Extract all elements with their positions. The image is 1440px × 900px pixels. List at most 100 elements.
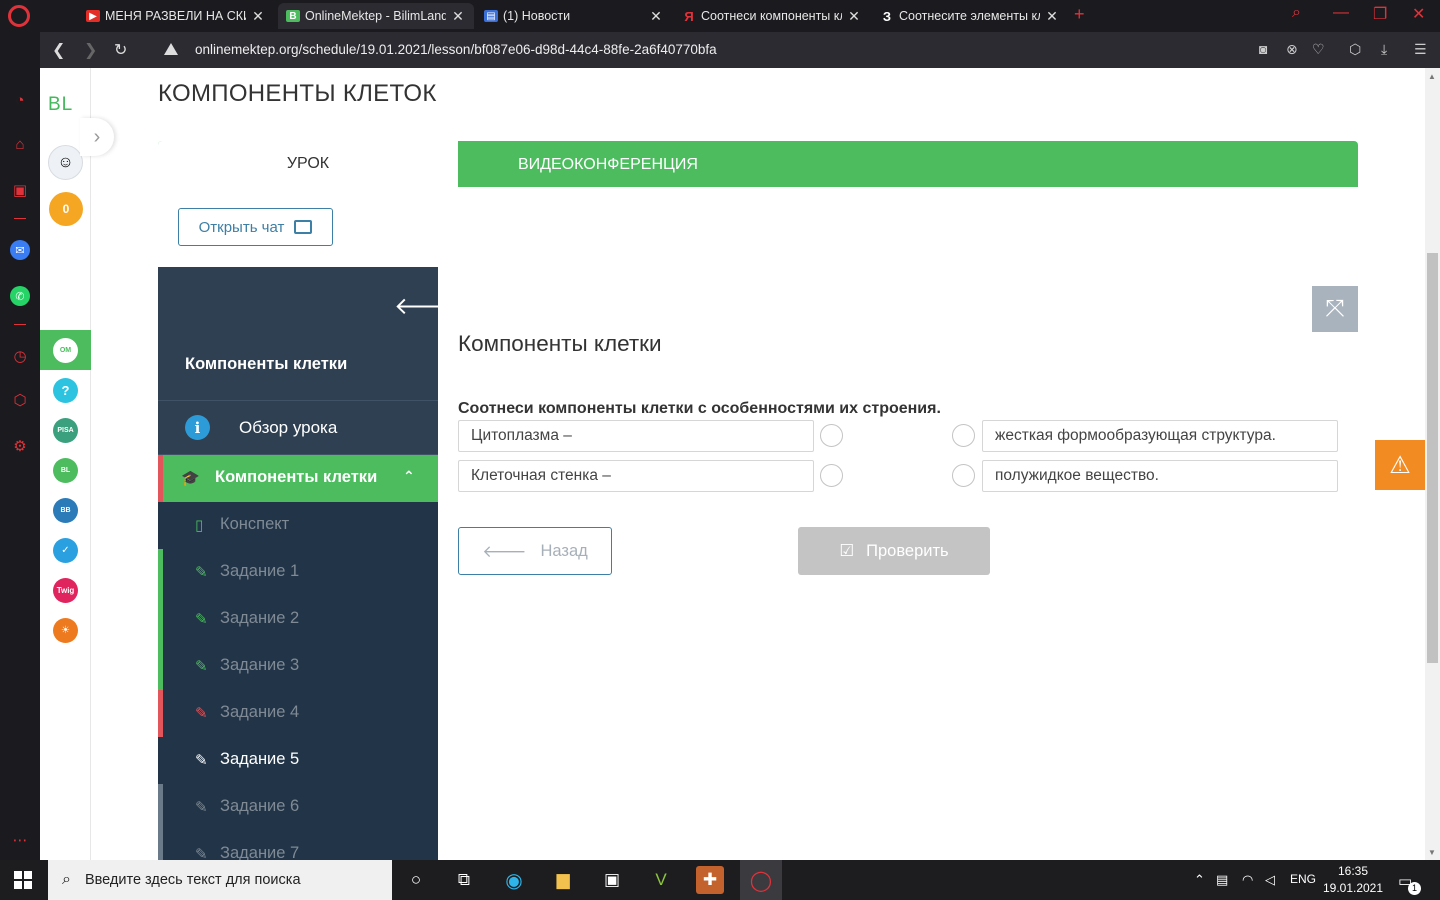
- coin-counter-badge[interactable]: 0: [49, 192, 83, 226]
- back-icon[interactable]: ❮: [52, 40, 65, 60]
- block-icon[interactable]: ⊗: [1286, 41, 1298, 58]
- match-left-connector[interactable]: [820, 464, 843, 487]
- online-mektep-app-icon[interactable]: OM: [53, 338, 78, 363]
- minimize-icon[interactable]: —: [1333, 4, 1349, 22]
- avatar[interactable]: ☺: [48, 145, 83, 180]
- browser-tab-news[interactable]: ▤ (1) Новости ✕: [476, 3, 672, 29]
- imagine-app-icon[interactable]: ☀: [53, 618, 78, 643]
- heart-icon[interactable]: ♡: [1312, 41, 1325, 58]
- test-app-icon[interactable]: ✓: [53, 538, 78, 563]
- new-tab-icon[interactable]: +: [1074, 4, 1085, 25]
- close-window-icon[interactable]: ✕: [1412, 4, 1425, 24]
- tab-lesson[interactable]: УРОК: [158, 141, 458, 187]
- arrow-left-icon[interactable]: 🡐: [394, 291, 458, 321]
- bilimbook-app-icon[interactable]: BB: [53, 498, 78, 523]
- file-explorer-icon[interactable]: ▆: [549, 866, 577, 894]
- store-icon[interactable]: ▣: [598, 866, 626, 894]
- match-right-connector[interactable]: [952, 464, 975, 487]
- speed-dial-icon[interactable]: ◔: [10, 90, 30, 110]
- package-icon[interactable]: ⬡: [1349, 41, 1361, 58]
- twig-app-icon[interactable]: Twig: [53, 578, 78, 603]
- task-view-icon[interactable]: ⧉: [450, 866, 478, 894]
- vegas-icon[interactable]: V: [647, 866, 675, 894]
- messenger-icon[interactable]: ✉: [10, 240, 30, 260]
- security-warning-icon[interactable]: [164, 43, 178, 55]
- search-tabs-icon[interactable]: ⌕: [1292, 4, 1301, 22]
- tab-videoconference[interactable]: ВИДЕОКОНФЕРЕНЦИЯ: [518, 156, 698, 174]
- nav-subitem[interactable]: ✎ Задание 7: [158, 831, 438, 860]
- restore-icon[interactable]: ❐: [1373, 4, 1387, 24]
- clock[interactable]: 16:35 19.01.2021: [1320, 863, 1386, 897]
- check-button[interactable]: ☑ Проверить: [798, 527, 990, 575]
- close-tab-icon[interactable]: ✕: [648, 8, 664, 25]
- rail-expand-button[interactable]: ›: [80, 118, 114, 156]
- opera-menu-icon[interactable]: [8, 5, 30, 27]
- bl-logo[interactable]: BL: [48, 94, 73, 116]
- twitch-icon[interactable]: ▣: [10, 180, 30, 200]
- chevron-up-icon[interactable]: ⌃: [1194, 872, 1205, 888]
- scroll-up-icon[interactable]: ▲: [1428, 72, 1436, 81]
- match-left-item[interactable]: Цитоплазма –: [458, 420, 814, 452]
- back-button[interactable]: 🡐 Назад: [458, 527, 612, 575]
- bag-icon[interactable]: ⌂: [10, 134, 30, 154]
- tf2-icon[interactable]: ✚: [696, 866, 724, 894]
- close-tab-icon[interactable]: ✕: [846, 8, 862, 25]
- match-right-connector[interactable]: [952, 424, 975, 447]
- cube-icon[interactable]: ⬡: [10, 390, 30, 410]
- nav-subitem[interactable]: ✎ Задание 1: [158, 549, 438, 596]
- windows-start-icon[interactable]: [14, 871, 32, 889]
- match-right-item[interactable]: полужидкое вещество.: [982, 460, 1338, 492]
- close-tab-icon[interactable]: ✕: [250, 8, 266, 25]
- nav-subitem[interactable]: ✎ Задание 4: [158, 690, 438, 737]
- open-chat-button[interactable]: Открыть чат: [178, 208, 333, 246]
- download-icon[interactable]: ⤓: [1381, 41, 1387, 58]
- page-scrollbar[interactable]: ▲ ▼: [1425, 68, 1440, 860]
- nav-subitem[interactable]: ▯ Конспект: [158, 502, 438, 549]
- info-icon: i: [185, 415, 210, 440]
- history-icon[interactable]: ◷: [10, 346, 30, 366]
- bilimland-app-icon[interactable]: BL: [53, 458, 78, 483]
- nav-subitem-label: Задание 1: [220, 562, 300, 580]
- taskbar-search-box[interactable]: ⌕ Введите здесь текст для поиска: [48, 860, 392, 900]
- nav-subitem[interactable]: ✎ Задание 5: [158, 737, 438, 784]
- lesson-tabs: УРОК ВИДЕОКОНФЕРЕНЦИЯ: [158, 141, 1358, 187]
- forward-icon[interactable]: ❯: [84, 40, 97, 60]
- nav-item-current-section[interactable]: 🎓 Компоненты клетки ⌃: [158, 455, 438, 502]
- news-icon: ▤: [484, 10, 498, 22]
- pisa-app-icon[interactable]: PISA: [53, 418, 78, 443]
- browser-tab-znanija[interactable]: З Соотнесите элементы кле ✕: [872, 3, 1068, 29]
- chevron-up-icon[interactable]: ⌃: [403, 468, 415, 485]
- match-left-item[interactable]: Клеточная стенка –: [458, 460, 814, 492]
- volume-icon[interactable]: ◁: [1265, 872, 1275, 888]
- browser-tab-youtube[interactable]: ▶ МЕНЯ РАЗВЕЛИ НА СКИНЫ ✕: [78, 3, 274, 29]
- browser-tab-yandex[interactable]: Я Соотнеси компоненты кле ✕: [674, 3, 870, 29]
- wifi-icon[interactable]: ◠: [1242, 872, 1253, 888]
- cortana-icon[interactable]: ○: [402, 866, 430, 894]
- help-app-icon[interactable]: ?: [53, 378, 78, 403]
- match-left-connector[interactable]: [820, 424, 843, 447]
- tray-app-icon[interactable]: ▤: [1216, 872, 1228, 888]
- whatsapp-icon[interactable]: ✆: [10, 286, 30, 306]
- nav-subitem[interactable]: ✎ Задание 3: [158, 643, 438, 690]
- settings-icon[interactable]: ⚙: [10, 436, 30, 456]
- sidebar-divider: [14, 218, 26, 219]
- nav-item-overview[interactable]: i Обзор урока: [158, 401, 438, 455]
- camera-icon[interactable]: ◙: [1259, 41, 1267, 57]
- match-right-item[interactable]: жесткая формообразующая структура.: [982, 420, 1338, 452]
- scrollbar-thumb[interactable]: [1427, 253, 1438, 663]
- language-indicator[interactable]: ENG: [1290, 872, 1316, 886]
- nav-subitem[interactable]: ✎ Задание 6: [158, 784, 438, 831]
- edge-icon[interactable]: ◉: [500, 866, 528, 894]
- opera-taskbar-icon[interactable]: ◯: [740, 860, 782, 900]
- report-problem-button[interactable]: ⚠: [1375, 440, 1425, 490]
- browser-tab-bilimland[interactable]: B OnlineMektep - BilimLand ✕: [278, 3, 474, 29]
- more-icon[interactable]: ⋯: [10, 830, 30, 850]
- close-tab-icon[interactable]: ✕: [450, 8, 466, 25]
- nav-subitem[interactable]: ✎ Задание 2: [158, 596, 438, 643]
- url-field[interactable]: onlinemektep.org/schedule/19.01.2021/les…: [195, 42, 717, 57]
- reload-icon[interactable]: ↻: [114, 40, 127, 60]
- scroll-down-icon[interactable]: ▼: [1428, 848, 1436, 857]
- close-tab-icon[interactable]: ✕: [1044, 8, 1060, 25]
- menu-icon[interactable]: ☰: [1414, 41, 1427, 58]
- fullscreen-button[interactable]: ⤧: [1312, 286, 1358, 332]
